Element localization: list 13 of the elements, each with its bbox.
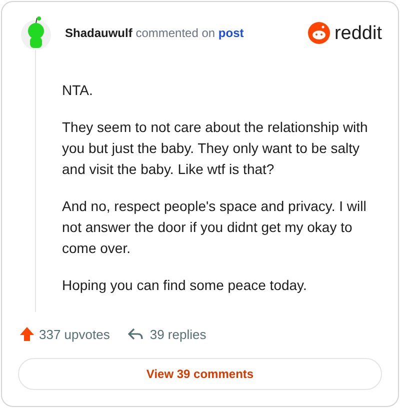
reply-count: 39 replies	[150, 326, 206, 344]
comment-meta: Shadauwulf commented on post	[65, 25, 244, 42]
upvote-icon[interactable]	[19, 326, 35, 342]
upvote-count: 337 upvotes	[39, 326, 110, 344]
reply-icon[interactable]	[128, 327, 144, 342]
comment-paragraph: NTA.	[62, 81, 94, 100]
comment-paragraph: Hoping you can find some peace today.	[62, 276, 308, 295]
post-link[interactable]: post	[218, 26, 244, 40]
view-comments-button[interactable]: View 39 comments	[18, 358, 382, 390]
comment-paragraph: They seem to not care about the relationship with you but just the baby. They only want to be salty and visit the baby. Like wtf is that?	[62, 118, 368, 179]
comment-paragraph: And no, respect people's space and privacy. I will not answer the door if you didnt get my okay to come over.	[62, 197, 368, 258]
brand-wordmark: reddit	[334, 24, 382, 42]
reddit-logo-icon	[308, 22, 330, 44]
